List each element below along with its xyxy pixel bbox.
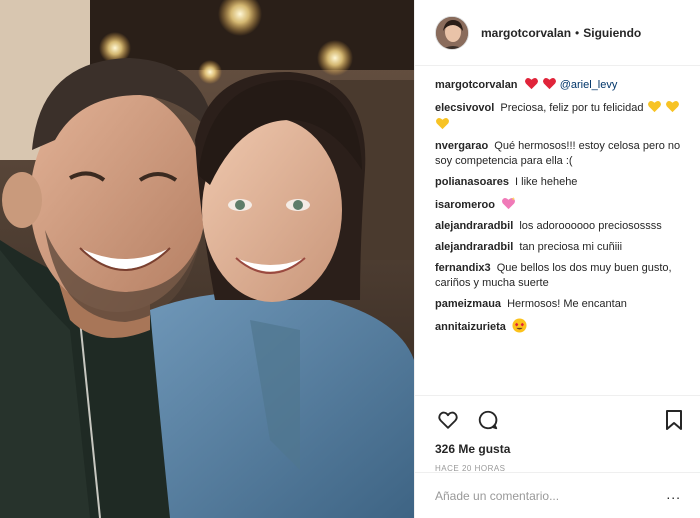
comment-username[interactable]: polianasoares xyxy=(435,176,509,188)
comment-username[interactable]: pameizmaua xyxy=(435,298,501,310)
comment-item: polianasoares I like hehehe xyxy=(435,175,689,190)
comment-item: elecsivovol Preciosa, feliz por tu felic… xyxy=(435,99,689,133)
action-icons xyxy=(435,404,687,436)
comment-username[interactable]: annitaizurieta xyxy=(435,321,506,333)
likes-count[interactable]: 326 Me gusta xyxy=(435,442,687,456)
avatar[interactable] xyxy=(435,15,469,50)
comment-text: tan preciosa mi cuñiii xyxy=(519,241,623,253)
comment-text: Preciosa, feliz por tu felicidad xyxy=(500,102,644,114)
more-options-button[interactable]: ... xyxy=(666,486,681,502)
add-comment-bar: ... xyxy=(415,472,700,518)
yellow-heart-icon xyxy=(647,100,661,113)
comment-text: I like hehehe xyxy=(515,176,578,188)
mention-link[interactable]: @ariel_levy xyxy=(560,79,618,91)
comment-item: alejandraradbil tan preciosa mi cuñiii xyxy=(435,240,689,255)
following-button[interactable]: Siguiendo xyxy=(583,26,641,40)
selfie-image xyxy=(0,0,414,518)
post-sidebar: margotcorvalan • Siguiendo margotcorvala… xyxy=(414,0,700,518)
post-photo[interactable] xyxy=(0,0,414,518)
post-header: margotcorvalan • Siguiendo xyxy=(415,0,700,66)
speech-bubble-icon xyxy=(478,410,498,430)
comment-username[interactable]: nvergarao xyxy=(435,140,488,152)
comment-item: nvergarao Qué hermosos!!! estoy celosa p… xyxy=(435,139,689,169)
yellow-heart-icon xyxy=(436,117,449,130)
post-actions: 326 Me gusta HACE 20 HORAS xyxy=(415,395,700,473)
comment-item: annitaizurieta xyxy=(435,318,689,335)
comments-list: margotcorvalan @ariel_levy elecsivovol P… xyxy=(415,66,700,391)
comment-username[interactable]: alejandraradbil xyxy=(435,241,513,253)
post-author[interactable]: margotcorvalan xyxy=(481,26,571,40)
bookmark-icon xyxy=(666,410,682,430)
comment-item: pameizmaua Hermosos! Me encantan xyxy=(435,297,689,312)
comment-username[interactable]: fernandix3 xyxy=(435,262,491,274)
comment-username[interactable]: margotcorvalan xyxy=(435,79,518,91)
comment-button[interactable] xyxy=(475,407,501,433)
comment-username[interactable]: isaromeroo xyxy=(435,199,495,211)
red-heart-icon xyxy=(524,77,538,90)
save-button[interactable] xyxy=(661,407,687,433)
heart-outline-icon xyxy=(438,411,458,429)
comment-item: fernandix3 Que bellos los dos muy buen g… xyxy=(435,261,689,291)
red-heart-icon xyxy=(542,77,556,90)
comment-text: Hermosos! Me encantan xyxy=(507,298,627,310)
comment-username[interactable]: alejandraradbil xyxy=(435,220,513,232)
comment-text: los adoroooooo preciosossss xyxy=(519,220,662,232)
comment-item: alejandraradbil los adoroooooo preciosos… xyxy=(435,219,689,234)
separator-dot: • xyxy=(575,25,580,40)
like-button[interactable] xyxy=(435,407,461,433)
add-comment-input[interactable] xyxy=(435,488,655,503)
sparkling-heart-icon xyxy=(502,196,516,210)
comment-item: isaromeroo xyxy=(435,196,689,213)
comment-username[interactable]: elecsivovol xyxy=(435,102,494,114)
heart-eyes-icon xyxy=(512,318,527,333)
yellow-heart-icon xyxy=(665,100,679,113)
comment-item: margotcorvalan @ariel_levy xyxy=(435,76,689,93)
